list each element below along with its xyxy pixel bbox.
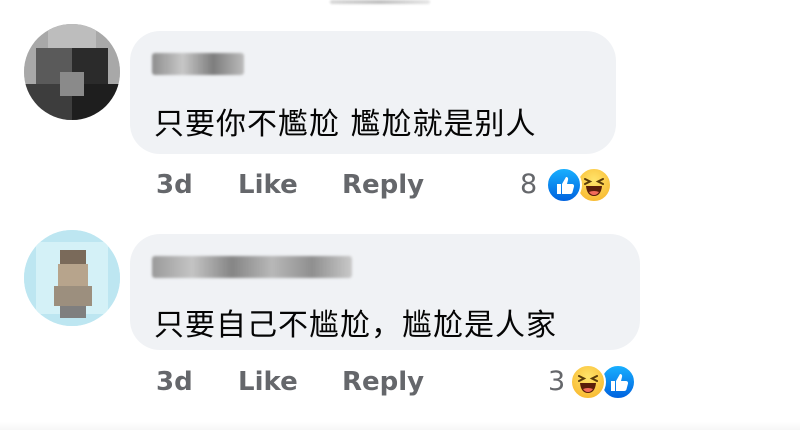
reaction-count: 8	[520, 169, 538, 200]
avatar[interactable]	[24, 24, 120, 120]
avatar[interactable]	[24, 230, 120, 326]
reply-button[interactable]: Reply	[342, 367, 424, 397]
comment-bubble: 只要自己不尴尬，尴尬是人家	[130, 234, 640, 350]
reply-button[interactable]: Reply	[342, 170, 424, 200]
comment-text: 只要你不尷尬 尷尬就是别人	[154, 107, 537, 142]
author-name-blurred[interactable]	[152, 53, 244, 75]
haha-icon	[570, 364, 606, 400]
like-button[interactable]: Like	[238, 170, 298, 200]
author-name-blurred[interactable]	[152, 256, 352, 278]
reaction-summary[interactable]: 3	[548, 364, 658, 400]
comment-text: 只要自己不尴尬，尴尬是人家	[154, 308, 557, 343]
like-button[interactable]: Like	[238, 367, 298, 397]
next-comment-fragment	[0, 422, 800, 430]
reaction-count: 3	[548, 366, 566, 397]
comment-bubble: 只要你不尷尬 尷尬就是别人	[130, 31, 616, 154]
timestamp[interactable]: 3d	[156, 367, 193, 397]
like-icon	[546, 167, 582, 203]
previous-content-fragment	[330, 0, 430, 4]
timestamp[interactable]: 3d	[156, 170, 193, 200]
reaction-summary[interactable]: 8	[520, 167, 630, 203]
